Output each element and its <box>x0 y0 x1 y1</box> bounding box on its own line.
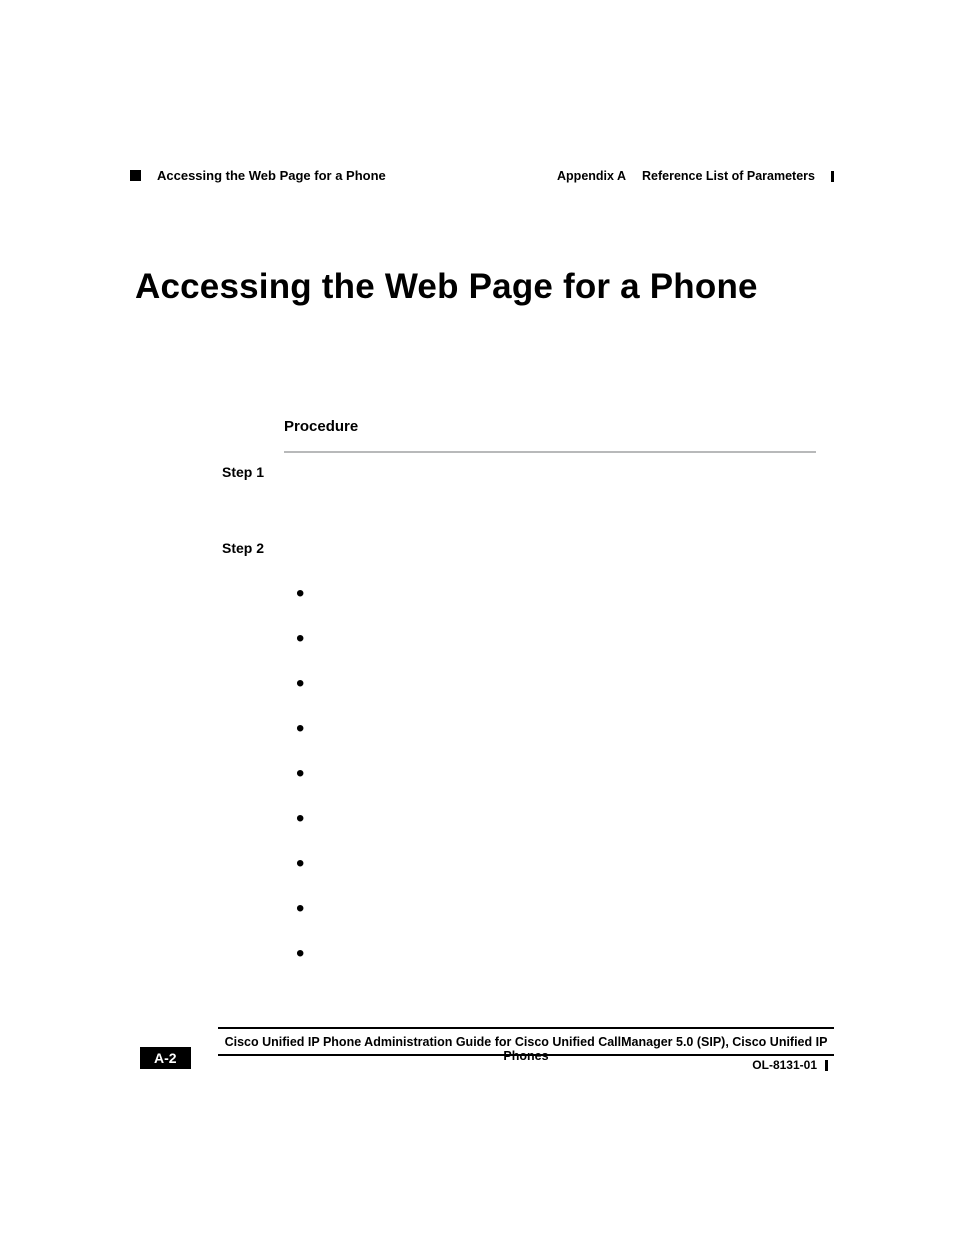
bullet-list: • • • • • • • • • <box>296 582 304 987</box>
bullet-item: • <box>296 942 304 966</box>
bullet-item: • <box>296 627 304 651</box>
bullet-item: • <box>296 672 304 696</box>
footer-guide-title: Cisco Unified IP Phone Administration Gu… <box>218 1035 834 1063</box>
procedure-divider <box>284 451 816 453</box>
header-vertical-bar <box>831 171 834 182</box>
footer-rule-bottom <box>218 1054 834 1056</box>
page-number-badge: A-2 <box>140 1047 191 1069</box>
header-right: Appendix A Reference List of Parameters <box>557 169 834 183</box>
appendix-title: Reference List of Parameters <box>642 169 815 183</box>
footer-rule-top <box>218 1027 834 1029</box>
bullet-item: • <box>296 897 304 921</box>
bullet-item: • <box>296 852 304 876</box>
document-number: OL-8131-01 <box>752 1058 828 1072</box>
header-left: Accessing the Web Page for a Phone <box>130 168 386 183</box>
page-header: Accessing the Web Page for a Phone Appen… <box>130 168 834 183</box>
bullet-item: • <box>296 582 304 606</box>
document-number-text: OL-8131-01 <box>752 1058 817 1072</box>
header-square-marker <box>130 170 141 181</box>
bullet-item: • <box>296 762 304 786</box>
page-title: Accessing the Web Page for a Phone <box>135 267 758 307</box>
step-2-label: Step 2 <box>222 540 264 556</box>
bullet-item: • <box>296 717 304 741</box>
step-1-label: Step 1 <box>222 464 264 480</box>
bullet-item: • <box>296 807 304 831</box>
procedure-heading: Procedure <box>284 418 358 435</box>
footer-vertical-bar <box>825 1060 828 1071</box>
running-section-title: Accessing the Web Page for a Phone <box>157 168 386 183</box>
appendix-label: Appendix A <box>557 169 626 183</box>
